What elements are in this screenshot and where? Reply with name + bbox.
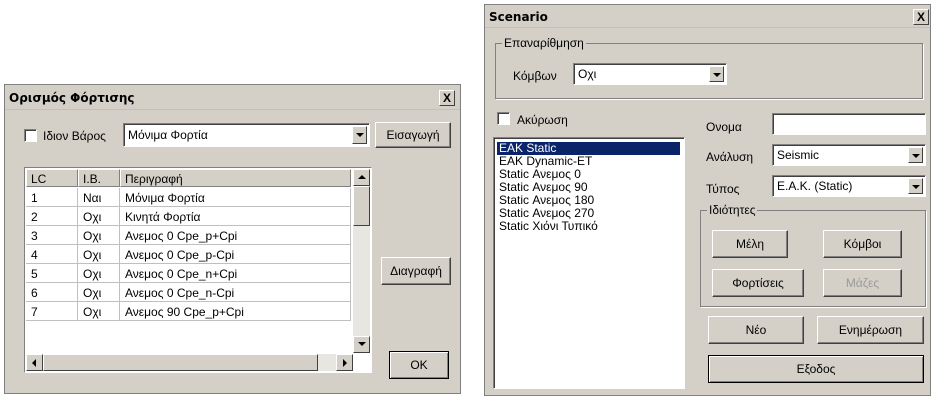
title-bar: Scenario X (485, 5, 930, 28)
delete-button[interactable]: Διαγραφή (381, 257, 451, 285)
horizontal-scrollbar[interactable] (26, 354, 353, 371)
load-cases-table[interactable]: LC I.B. Περιγραφή 1 Ναι Μόνιμα Φορτία 2 … (24, 167, 372, 373)
analysis-label: Ανάλυση (706, 150, 754, 164)
load-type-value: Μόνιμα Φορτία (128, 128, 208, 142)
column-header-ib[interactable]: I.B. (78, 169, 120, 187)
masses-button-label: Μάζες (845, 276, 880, 290)
insert-button-label: Εισαγωγή (386, 128, 440, 142)
new-button-label: Νέο (745, 323, 767, 337)
table-row[interactable]: 6 Οχι Ανεμος 0 Cpe_n-Cpi (26, 283, 351, 302)
type-value: E.A.K. (Static) (777, 179, 853, 193)
chevron-down-icon[interactable] (908, 178, 923, 194)
cell-description: Ανεμος 0 Cpe_n-Cpi (120, 283, 351, 302)
masses-button[interactable]: Μάζες (823, 269, 902, 297)
scroll-left-icon[interactable] (26, 354, 43, 371)
name-label: Ονομα (706, 120, 742, 134)
ok-button[interactable]: OK (389, 351, 449, 379)
scroll-down-icon[interactable] (353, 336, 370, 353)
table-row[interactable]: 5 Οχι Ανεμος 0 Cpe_n+Cpi (26, 264, 351, 283)
table-row[interactable]: 2 Οχι Κινητά Φορτία (26, 207, 351, 226)
scenario-list[interactable]: EAK Static EAK Dynamic-ET Static Ανεμος … (493, 137, 685, 389)
cell-lc: 5 (26, 264, 78, 283)
cell-lc: 2 (26, 207, 78, 226)
load-type-dropdown[interactable]: Μόνιμα Φορτία (123, 123, 370, 147)
cell-description: Ανεμος 0 Cpe_p-Cpi (120, 245, 351, 264)
cancel-checkbox[interactable] (497, 112, 510, 125)
nodes-label: Κόμβων (513, 69, 557, 83)
horizontal-scroll-thumb[interactable] (43, 354, 318, 371)
cell-ib: Ναι (78, 188, 120, 207)
self-weight-label: Ιδιον Βάρος (43, 129, 106, 143)
update-button-label: Ενημέρωση (838, 323, 903, 337)
close-icon[interactable]: X (913, 9, 929, 25)
cell-description: Ανεμος 90 Cpe_p+Cpi (120, 302, 351, 321)
scroll-thumb[interactable] (353, 186, 370, 226)
new-button[interactable]: Νέο (708, 316, 804, 344)
column-header-description[interactable]: Περιγραφή (120, 169, 351, 187)
self-weight-checkbox[interactable] (24, 129, 37, 142)
type-dropdown[interactable]: E.A.K. (Static) (772, 175, 926, 197)
title-bar: Ορισμός Φόρτισης X (5, 85, 460, 110)
loads-button[interactable]: Φορτίσεις (712, 269, 804, 297)
cell-ib: Οχι (78, 283, 120, 302)
dialog-title: Ορισμός Φόρτισης (9, 91, 135, 105)
exit-button-label: Εξοδος (796, 362, 836, 376)
cell-lc: 7 (26, 302, 78, 321)
nodes-renumber-dropdown[interactable]: Οχι (573, 63, 727, 85)
nodes-renumber-value: Οχι (578, 67, 597, 81)
numbering-group-title: Επαναρίθμηση (502, 36, 586, 50)
nodes-button-label: Κόμβοι (843, 237, 882, 251)
cell-description: Ανεμος 0 Cpe_p+Cpi (120, 226, 351, 245)
cell-ib: Οχι (78, 302, 120, 321)
cell-lc: 4 (26, 245, 78, 264)
scenario-dialog: Scenario X Επαναρίθμηση Κόμβων Οχι Ακύρω… (484, 4, 931, 396)
name-input[interactable] (772, 113, 926, 135)
cancel-label: Ακύρωση (517, 113, 568, 127)
list-item[interactable]: Static Χιόνι Τυπικό (497, 220, 680, 233)
analysis-dropdown[interactable]: Seismic (772, 144, 926, 166)
scroll-up-icon[interactable] (353, 169, 370, 186)
members-button[interactable]: Μέλη (712, 230, 788, 258)
ok-button-label: OK (410, 358, 428, 372)
cell-lc: 1 (26, 188, 78, 207)
chevron-down-icon[interactable] (352, 126, 367, 144)
cell-ib: Οχι (78, 264, 120, 283)
cell-description: Ανεμος 0 Cpe_n+Cpi (120, 264, 351, 283)
table-row[interactable]: 3 Οχι Ανεμος 0 Cpe_p+Cpi (26, 226, 351, 245)
table-row[interactable]: 7 Οχι Ανεμος 90 Cpe_p+Cpi (26, 302, 351, 321)
table-row[interactable]: 4 Οχι Ανεμος 0 Cpe_p-Cpi (26, 245, 351, 264)
cell-ib: Οχι (78, 226, 120, 245)
cell-ib: Οχι (78, 245, 120, 264)
table-header: LC I.B. Περιγραφή (26, 169, 351, 187)
cell-ib: Οχι (78, 207, 120, 226)
load-definition-dialog: Ορισμός Φόρτισης X Ιδιον Βάρος Μόνιμα Φο… (4, 84, 461, 394)
dialog-title: Scenario (489, 10, 548, 24)
analysis-value: Seismic (777, 148, 820, 162)
chevron-down-icon[interactable] (908, 147, 923, 163)
cell-lc: 3 (26, 226, 78, 245)
type-label: Τύπος (706, 182, 740, 196)
nodes-button[interactable]: Κόμβοι (823, 230, 902, 258)
cell-lc: 6 (26, 283, 78, 302)
members-button-label: Μέλη (735, 237, 765, 251)
scroll-right-icon[interactable] (336, 354, 353, 371)
exit-button[interactable]: Εξοδος (708, 355, 924, 383)
close-icon[interactable]: X (439, 90, 455, 106)
properties-group-title: Ιδιότητες (707, 203, 758, 217)
column-header-lc[interactable]: LC (26, 169, 78, 187)
chevron-down-icon[interactable] (709, 66, 724, 82)
delete-button-label: Διαγραφή (390, 264, 442, 278)
table-row[interactable]: 1 Ναι Μόνιμα Φορτία (26, 188, 351, 207)
insert-button[interactable]: Εισαγωγή (375, 122, 451, 148)
vertical-scrollbar[interactable] (353, 169, 370, 353)
update-button[interactable]: Ενημέρωση (817, 316, 924, 344)
cell-description: Κινητά Φορτία (120, 207, 351, 226)
loads-button-label: Φορτίσεις (732, 276, 784, 290)
cell-description: Μόνιμα Φορτία (120, 188, 351, 207)
